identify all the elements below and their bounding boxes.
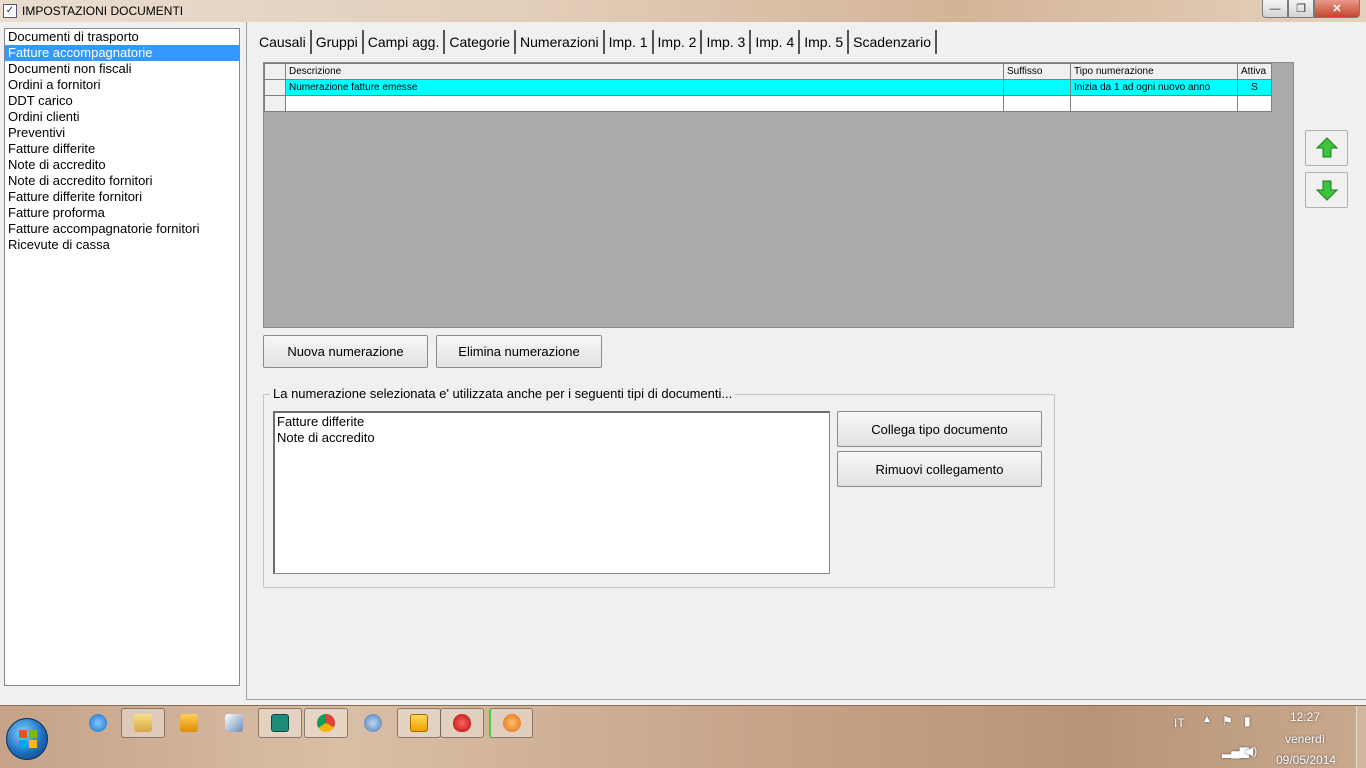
list-item[interactable]: Documenti non fiscali [5, 61, 239, 77]
pen-icon[interactable] [212, 708, 256, 738]
maximize-button[interactable]: ❐ [1288, 0, 1314, 18]
action-center-flag-icon[interactable]: ⚑ [1222, 714, 1233, 728]
list-item[interactable]: Note di accredito [277, 430, 827, 446]
table-row[interactable]: Numerazione fatture emesse Inizia da 1 a… [264, 79, 1272, 96]
list-item[interactable]: Fatture differite [5, 141, 239, 157]
clock-time[interactable]: 12:27 [1290, 710, 1320, 724]
start-button[interactable] [6, 718, 48, 760]
title-bar: ✓ IMPOSTAZIONI DOCUMENTI — ❐ ✕ [0, 0, 1366, 22]
list-item[interactable]: Note di accredito [5, 157, 239, 173]
column-header-descrizione[interactable]: Descrizione [285, 63, 1004, 80]
list-item[interactable]: Documenti di trasporto [5, 29, 239, 45]
tab-imp-3[interactable]: Imp. 3 [702, 30, 752, 54]
linked-documents-legend: La numerazione selezionata e' utilizzata… [270, 386, 736, 401]
list-item[interactable]: Fatture proforma [5, 205, 239, 221]
app-icon[interactable] [489, 708, 533, 738]
tab-campi-agg[interactable]: Campi agg. [364, 30, 446, 54]
list-item[interactable]: Preventivi [5, 125, 239, 141]
document-type-list[interactable]: Documenti di trasporto Fatture accompagna… [4, 28, 240, 686]
taskbar: IT ▲ ⚑ ▮ ▂▄▆ ◀) 12:27 venerdì 09/05/2014 [0, 705, 1366, 768]
list-item[interactable]: Note di accredito fornitori [5, 173, 239, 189]
numbering-grid-panel: Descrizione Suffisso Tipo numerazione At… [263, 62, 1294, 328]
battery-icon[interactable]: ▮ [1244, 714, 1251, 728]
list-item[interactable]: Fatture differite fornitori [5, 189, 239, 205]
tab-causali[interactable]: Causali [255, 30, 312, 54]
cell-suffisso[interactable] [1003, 79, 1071, 96]
move-down-button[interactable] [1305, 172, 1348, 208]
numbering-grid[interactable]: Descrizione Suffisso Tipo numerazione At… [264, 63, 1272, 112]
list-item[interactable]: Fatture differite [277, 414, 827, 430]
strawberry-icon[interactable] [440, 708, 484, 738]
link-doc-type-button[interactable]: Collega tipo documento [837, 411, 1042, 447]
grid-corner [264, 63, 286, 80]
volume-icon[interactable]: ◀) [1244, 744, 1257, 758]
column-header-attiva[interactable]: Attiva [1237, 63, 1272, 80]
tab-imp-5[interactable]: Imp. 5 [800, 30, 850, 54]
chrome-icon[interactable] [304, 708, 348, 738]
list-item[interactable]: Ordini clienti [5, 109, 239, 125]
cell-suffisso[interactable] [1003, 95, 1071, 112]
publisher-icon[interactable] [258, 708, 302, 738]
system-tray: IT ▲ ⚑ ▮ ▂▄▆ ◀) 12:27 venerdì 09/05/2014 [1166, 706, 1366, 768]
show-desktop-button[interactable] [1356, 706, 1366, 768]
list-item[interactable]: DDT carico [5, 93, 239, 109]
list-item[interactable]: Ordini a fornitori [5, 77, 239, 93]
tab-imp-1[interactable]: Imp. 1 [605, 30, 654, 54]
cell-descrizione[interactable]: Numerazione fatture emesse [285, 79, 1004, 96]
cell-attiva[interactable]: S [1237, 79, 1272, 96]
minimize-button[interactable]: — [1262, 0, 1288, 18]
arrow-down-icon [1315, 180, 1338, 201]
linked-documents-list[interactable]: Fatture differite Note di accredito [273, 411, 830, 574]
windows-logo-icon [19, 730, 37, 748]
row-header[interactable] [264, 79, 286, 96]
tab-numerazioni[interactable]: Numerazioni [516, 30, 605, 54]
window-title: IMPOSTAZIONI DOCUMENTI [22, 4, 184, 18]
tab-imp-2[interactable]: Imp. 2 [654, 30, 703, 54]
cell-tipo-numerazione[interactable]: Inizia da 1 ad ogni nuovo anno [1070, 79, 1238, 96]
tab-categorie[interactable]: Categorie [445, 30, 517, 54]
table-row[interactable] [264, 95, 1272, 112]
window-controls: — ❐ ✕ [1262, 0, 1360, 18]
list-item[interactable]: Fatture accompagnatorie fornitori [5, 221, 239, 237]
media-player-icon[interactable] [167, 708, 211, 738]
move-up-button[interactable] [1305, 130, 1348, 166]
list-item[interactable]: Fatture accompagnatorie [5, 45, 239, 61]
app-icon: ✓ [3, 4, 17, 18]
close-button[interactable]: ✕ [1314, 0, 1360, 18]
column-header-tipo-numerazione[interactable]: Tipo numerazione [1070, 63, 1238, 80]
tab-scadenzario[interactable]: Scadenzario [849, 30, 937, 54]
row-header[interactable] [264, 95, 286, 112]
ie-icon[interactable] [76, 708, 120, 738]
linked-documents-group: La numerazione selezionata e' utilizzata… [263, 386, 1055, 588]
tab-gruppi[interactable]: Gruppi [312, 30, 364, 54]
outlook-icon[interactable] [397, 708, 441, 738]
cell-tipo-numerazione[interactable] [1070, 95, 1238, 112]
remove-link-button[interactable]: Rimuovi collegamento [837, 451, 1042, 487]
tab-imp-4[interactable]: Imp. 4 [751, 30, 801, 54]
arrow-up-icon [1315, 137, 1338, 158]
explorer-icon[interactable] [121, 708, 165, 738]
column-header-suffisso[interactable]: Suffisso [1003, 63, 1071, 80]
settings-panel: Causali Gruppi Campi agg. Categorie Numerazi… [246, 22, 1366, 700]
clock-date[interactable]: 09/05/2014 [1276, 753, 1336, 767]
cell-descrizione[interactable] [285, 95, 1004, 112]
cell-attiva[interactable] [1237, 95, 1272, 112]
network-icon[interactable] [351, 708, 395, 738]
tab-strip: Causali Gruppi Campi agg. Categorie Numerazi… [255, 28, 937, 54]
grid-header-row: Descrizione Suffisso Tipo numerazione At… [264, 63, 1272, 80]
clock-day[interactable]: venerdì [1285, 732, 1325, 746]
tray-expand-icon[interactable]: ▲ [1202, 714, 1212, 725]
new-numbering-button[interactable]: Nuova numerazione [263, 335, 428, 368]
language-indicator[interactable]: IT [1174, 716, 1185, 730]
list-item[interactable]: Ricevute di cassa [5, 237, 239, 253]
delete-numbering-button[interactable]: Elimina numerazione [436, 335, 602, 368]
main-window: Documenti di trasporto Fatture accompagna… [0, 22, 1366, 705]
